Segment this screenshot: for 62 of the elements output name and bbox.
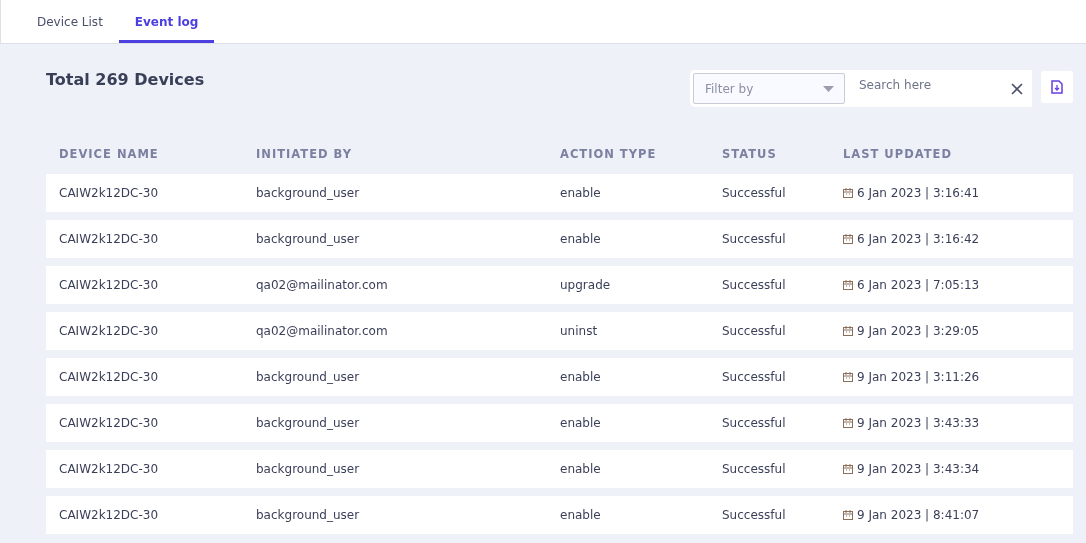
table-cell: background_user (256, 416, 360, 430)
table-cell: CAIW2k12DC-30 (59, 416, 159, 430)
column-header: STATUS (722, 147, 778, 163)
table-cell: 9 Jan 2023 | 8:41:07 (857, 508, 980, 522)
table-cell: background_user (256, 186, 360, 200)
calendar-icon (843, 280, 853, 290)
table-cell: 6 Jan 2023 | 3:16:41 (857, 186, 980, 200)
column-header: ACTION TYPE (560, 147, 658, 163)
calendar-icon (843, 464, 853, 474)
table-cell: qa02@mailinator.com (256, 324, 388, 338)
table-cell: CAIW2k12DC-30 (59, 278, 159, 292)
tab[interactable]: Event log (118, 0, 215, 43)
table-cell: background_user (256, 370, 360, 384)
table-cell: enable (560, 508, 601, 522)
table-cell: background_user (256, 232, 360, 246)
column-header: INITIATED BY (256, 147, 354, 163)
table-cell: Successful (722, 324, 786, 338)
clear-button[interactable] (1005, 70, 1032, 107)
table-cell: Successful (722, 278, 786, 292)
table-cell: 6 Jan 2023 | 3:16:42 (857, 232, 980, 246)
calendar-icon (843, 234, 853, 244)
table-cell: CAIW2k12DC-30 (59, 186, 159, 200)
table-cell: background_user (256, 508, 360, 522)
table-cell: CAIW2k12DC-30 (59, 370, 159, 384)
column-header: LAST UPDATED (843, 147, 953, 163)
table-cell: qa02@mailinator.com (256, 278, 388, 292)
table-cell: Successful (722, 232, 786, 246)
table-cell: upgrade (560, 278, 611, 292)
table-cell: enable (560, 186, 601, 200)
table-cell: enable (560, 462, 601, 476)
table-cell: 9 Jan 2023 | 3:11:26 (857, 370, 980, 384)
close-icon (1011, 82, 1023, 95)
table-cell: Successful (722, 370, 786, 384)
table-cell: CAIW2k12DC-30 (59, 462, 159, 476)
caret-icon (823, 85, 834, 92)
page-title: Total 269 Devices (46, 70, 205, 89)
table-cell: background_user (256, 462, 360, 476)
column-header: DEVICE NAME (59, 147, 160, 163)
table-cell: enable (560, 232, 601, 246)
calendar-icon (843, 326, 853, 336)
table-cell: Successful (722, 508, 786, 522)
table-cell: CAIW2k12DC-30 (59, 508, 159, 522)
table-cell: 9 Jan 2023 | 3:43:34 (857, 462, 980, 476)
table-cell: 9 Jan 2023 | 3:29:05 (857, 324, 980, 338)
table-cell: Successful (722, 462, 786, 476)
table-cell: Successful (722, 186, 786, 200)
tab[interactable]: Device List (21, 0, 119, 43)
table-cell: CAIW2k12DC-30 (59, 232, 159, 246)
search-field[interactable]: Search here (845, 70, 1005, 107)
calendar-icon (843, 188, 853, 198)
calendar-icon (843, 510, 853, 520)
file-download-icon (1051, 80, 1063, 94)
table-cell: enable (560, 416, 601, 430)
calendar-icon (843, 418, 853, 428)
table-cell: 6 Jan 2023 | 7:05:13 (857, 278, 980, 292)
table-cell: Successful (722, 416, 786, 430)
table-cell: CAIW2k12DC-30 (59, 324, 159, 338)
table-cell: uninst (560, 324, 598, 338)
calendar-icon (843, 372, 853, 382)
table-cell: 9 Jan 2023 | 3:43:33 (857, 416, 980, 430)
export-button[interactable] (1041, 71, 1073, 103)
table-cell: enable (560, 370, 601, 384)
